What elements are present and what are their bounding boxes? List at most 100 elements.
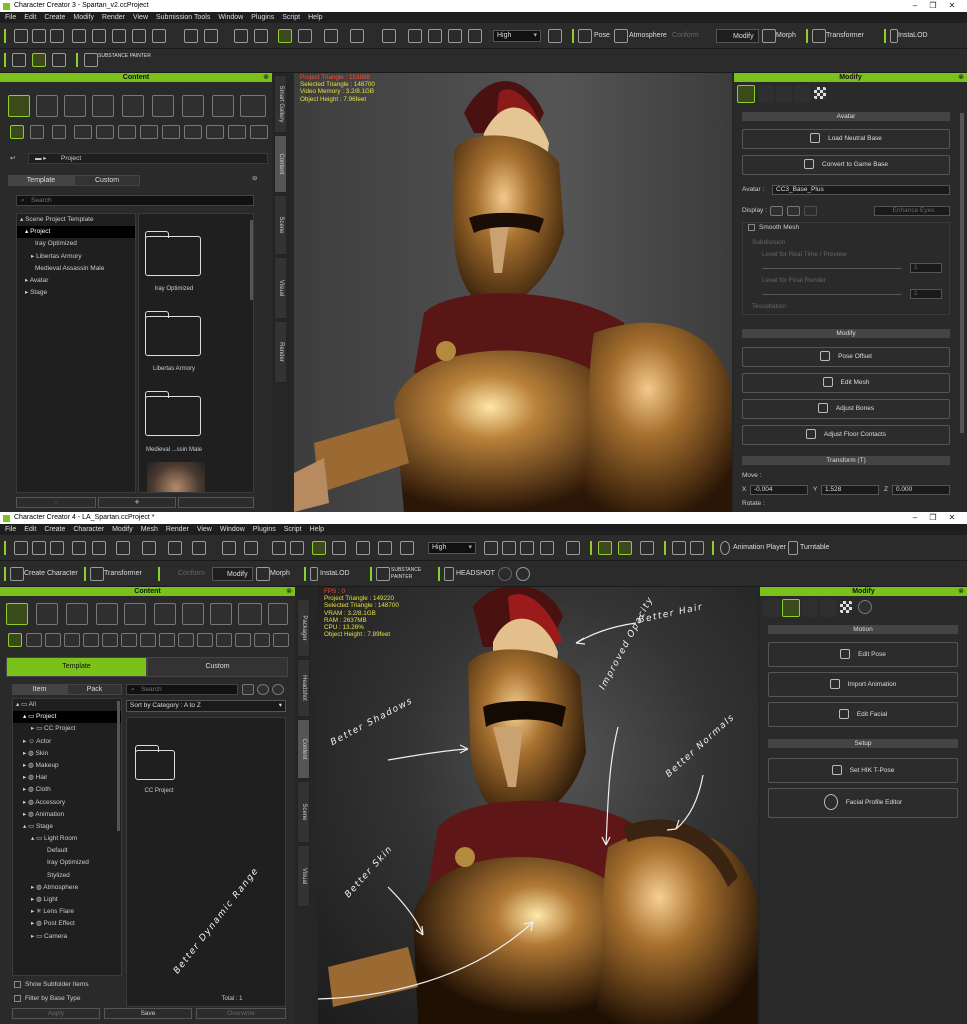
home-camera-icon[interactable]: [382, 29, 396, 43]
head-icon[interactable]: [516, 567, 530, 581]
export-pbr-icon[interactable]: [168, 541, 182, 555]
menu-render[interactable]: Render: [102, 12, 125, 23]
move-x-field[interactable]: -0.004: [750, 485, 808, 495]
save-button[interactable]: Save: [104, 1008, 192, 1019]
menu-file[interactable]: File: [5, 524, 16, 535]
empty-slot[interactable]: [273, 633, 289, 647]
collapse-icon[interactable]: [272, 684, 284, 695]
transformer-icon[interactable]: [812, 29, 826, 43]
makeup-icon[interactable]: [96, 603, 118, 625]
filter-base-checkbox[interactable]: Filter by Base Type: [14, 994, 81, 1004]
save-icon[interactable]: [50, 29, 64, 43]
empty-slot[interactable]: [64, 633, 80, 647]
empty-slot[interactable]: [83, 633, 99, 647]
light-icon[interactable]: [566, 541, 580, 555]
instalod-button[interactable]: InstaLOD: [320, 567, 350, 581]
headshot-icon[interactable]: [444, 567, 454, 581]
display-teeth-icon[interactable]: [804, 206, 817, 216]
menu-plugins[interactable]: Plugins: [251, 12, 274, 23]
align-floor-icon[interactable]: [408, 29, 422, 43]
substance-icon[interactable]: [84, 53, 98, 67]
empty-slot[interactable]: [102, 633, 118, 647]
render-icon[interactable]: [184, 29, 198, 43]
tree-item-project[interactable]: ▴ ▭ Project: [13, 711, 121, 724]
character-icon[interactable]: [12, 53, 26, 67]
skin-icon[interactable]: [92, 95, 114, 117]
save-icon[interactable]: [50, 541, 64, 555]
overwrite-button[interactable]: Overwrite: [196, 1008, 286, 1019]
align-floor-icon[interactable]: [484, 541, 498, 555]
flag-icon[interactable]: [690, 541, 704, 555]
menu-modify[interactable]: Modify: [73, 12, 94, 23]
skin-icon[interactable]: [66, 603, 88, 625]
tree-item-animation[interactable]: ▸ ◍ Animation: [13, 809, 121, 821]
move-y-field[interactable]: 1.528: [821, 485, 879, 495]
level-final-value[interactable]: 1: [910, 289, 942, 299]
sidetab-content[interactable]: Content: [297, 719, 310, 779]
pie-icon[interactable]: [268, 603, 288, 625]
redo-icon[interactable]: [290, 541, 304, 555]
new-file-icon[interactable]: [14, 29, 28, 43]
menu-window[interactable]: Window: [220, 524, 245, 535]
rotate-icon[interactable]: [324, 29, 338, 43]
move-icon[interactable]: [298, 29, 312, 43]
facial-profile-editor-button[interactable]: Facial Profile Editor: [768, 788, 958, 818]
adjust-floor-contacts-button[interactable]: Adjust Floor Contacts: [742, 425, 950, 445]
thumb-folder-icon[interactable]: [144, 231, 201, 276]
bones-tab-icon[interactable]: [776, 85, 792, 103]
animation-player-button[interactable]: Animation Player: [733, 541, 786, 555]
cloth-icon[interactable]: [154, 603, 176, 625]
thumb-folder-icon[interactable]: [144, 391, 201, 436]
sidetab-smart-gallery[interactable]: Smart Gallery: [274, 75, 287, 133]
avatar-name-field[interactable]: CC3_Base_Plus: [772, 185, 950, 195]
tessellation-radio[interactable]: Tessellation: [752, 302, 786, 312]
close-icon[interactable]: ✕: [945, 512, 959, 524]
menu-submission-tools[interactable]: Submission Tools: [156, 12, 210, 23]
subdivision-radio[interactable]: Subdivision: [752, 238, 785, 248]
export-icon[interactable]: [92, 541, 106, 555]
filter-icon[interactable]: [242, 684, 254, 695]
tab-custom[interactable]: Custom: [74, 175, 140, 186]
tree-item-lens-flare[interactable]: ▸ ✳ Lens Flare: [13, 906, 121, 918]
headshot-button[interactable]: HEADSHOT: [456, 567, 495, 581]
motion-icon[interactable]: [212, 95, 234, 117]
turntable-icon[interactable]: [788, 541, 798, 555]
project-folder-icon[interactable]: [6, 603, 28, 625]
empty-slot[interactable]: [228, 125, 246, 139]
menu-script[interactable]: Script: [284, 524, 302, 535]
menu-edit[interactable]: Edit: [24, 12, 36, 23]
tree-item-atmosphere[interactable]: ▸ ◍ Atmosphere: [13, 882, 121, 894]
thumb-bald-head-image[interactable]: [147, 462, 205, 492]
sidetab-render[interactable]: Render: [274, 321, 287, 383]
set-hik-tpose-button[interactable]: Set HIK T-Pose: [768, 758, 958, 783]
frame-selected-icon[interactable]: [428, 29, 442, 43]
tree-item-stage[interactable]: ▸ Stage: [17, 287, 135, 299]
menu-file[interactable]: File: [5, 12, 16, 23]
template-folder-icon[interactable]: [10, 125, 24, 139]
bones-tab-icon[interactable]: [802, 599, 818, 617]
checker-tab-icon[interactable]: [840, 601, 852, 613]
empty-slot[interactable]: [184, 125, 202, 139]
attributes-tab-icon[interactable]: [820, 599, 836, 617]
menu-render[interactable]: Render: [166, 524, 189, 535]
morph-button[interactable]: Morph: [776, 29, 796, 43]
tree-item-cc-project[interactable]: ▸ ▭ CC Project: [13, 723, 121, 735]
turntable-button[interactable]: Turntable: [800, 541, 829, 555]
empty-slot[interactable]: [159, 633, 175, 647]
menu-help[interactable]: Help: [310, 524, 324, 535]
cc4-viewport[interactable]: FPS : 0 Project Triangle : 149220 Select…: [318, 587, 758, 1024]
move-z-field[interactable]: 0.000: [892, 485, 950, 495]
pivot-icon[interactable]: [400, 541, 414, 555]
attributes-tab-icon[interactable]: [794, 85, 810, 103]
sort-dropdown[interactable]: Sort by Category : A to Z ▾: [126, 700, 286, 712]
hair-tool-icon[interactable]: [598, 541, 612, 555]
panel-close-icon[interactable]: ⊗: [286, 587, 292, 596]
frame-all-icon[interactable]: [448, 29, 462, 43]
export-obj-icon[interactable]: [132, 29, 146, 43]
select-arrow-icon[interactable]: [312, 541, 326, 555]
stage-icon[interactable]: [240, 95, 266, 117]
back-icon[interactable]: ↩: [10, 154, 15, 164]
tree-item-accessory[interactable]: ▸ ◍ Accessory: [13, 797, 121, 809]
actor-icon[interactable]: [36, 603, 58, 625]
create-character-icon[interactable]: [10, 567, 24, 581]
